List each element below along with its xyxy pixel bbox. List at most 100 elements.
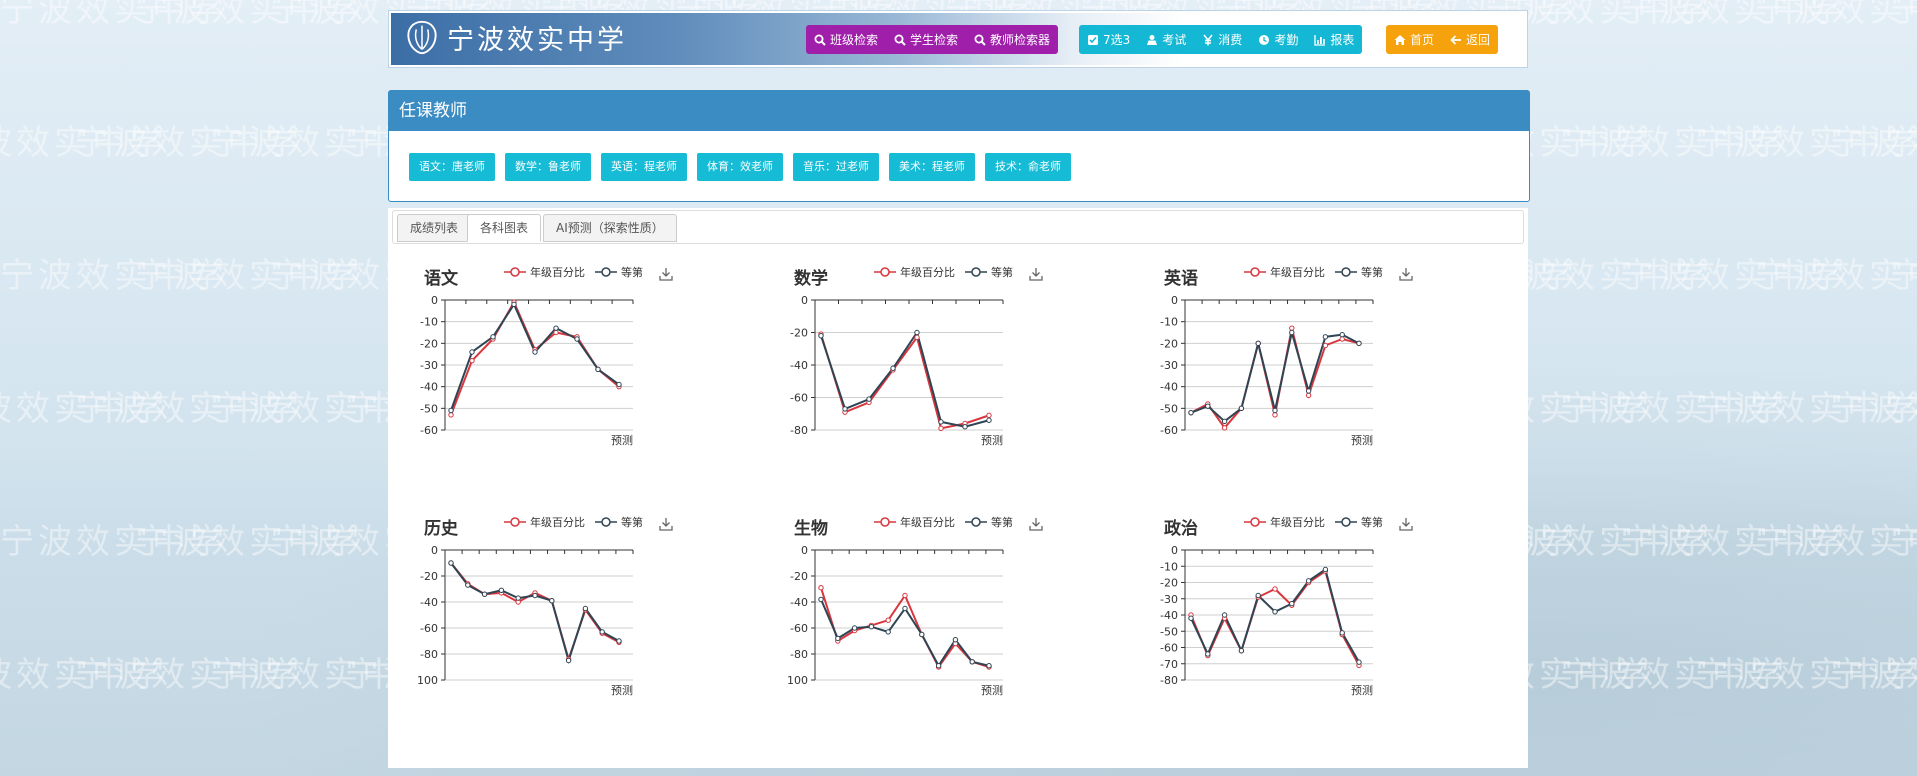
data-point[interactable]	[599, 629, 605, 635]
teacher-tag-list: 语文：唐老师 数学：鲁老师 英语：程老师 体育：效老师 音乐：过老师 美术：程老师 技术：俞…	[409, 153, 1071, 181]
nav-button-首页[interactable]: 首页	[1386, 25, 1442, 54]
tab-成绩列表[interactable]: 成绩列表	[397, 214, 472, 242]
data-point[interactable]	[1205, 651, 1211, 657]
data-point[interactable]	[498, 587, 505, 594]
nav-button-报表[interactable]: 报表	[1306, 25, 1362, 54]
data-point[interactable]	[969, 659, 975, 665]
data-point[interactable]	[938, 419, 944, 425]
nav-button-返回[interactable]: 返回	[1442, 25, 1498, 54]
data-point[interactable]	[986, 663, 992, 669]
data-point[interactable]	[1356, 659, 1362, 665]
data-point[interactable]	[1272, 412, 1278, 418]
data-point[interactable]	[986, 417, 992, 423]
data-point[interactable]	[866, 396, 872, 402]
data-point[interactable]	[565, 657, 572, 664]
nav-button-7选3[interactable]: 7选3	[1079, 25, 1138, 54]
data-point[interactable]	[1188, 409, 1194, 416]
data-point[interactable]	[1289, 325, 1295, 331]
data-point[interactable]	[574, 336, 580, 342]
data-point[interactable]	[818, 585, 824, 591]
teacher-tag[interactable]: 英语：程老师	[601, 153, 687, 181]
nav-button-班级检索[interactable]: 班级检索	[806, 25, 886, 54]
teacher-tag[interactable]: 美术：程老师	[889, 153, 975, 181]
nav-button-教师检索器[interactable]: 教师检索器	[966, 25, 1058, 54]
data-point[interactable]	[1305, 578, 1312, 584]
data-point[interactable]	[1339, 630, 1345, 636]
data-point[interactable]	[851, 625, 858, 631]
data-point[interactable]	[1305, 392, 1312, 399]
data-point[interactable]	[1339, 331, 1345, 338]
nav-button-消费[interactable]: 消费	[1194, 25, 1250, 54]
data-point[interactable]	[448, 560, 454, 566]
data-point[interactable]	[1238, 648, 1245, 654]
data-point[interactable]	[1238, 405, 1245, 412]
data-point[interactable]	[868, 624, 875, 630]
y-tick-label: -20	[1160, 577, 1178, 590]
data-point[interactable]	[835, 635, 841, 642]
data-point[interactable]	[465, 582, 471, 588]
data-point[interactable]	[1322, 334, 1329, 340]
data-point[interactable]	[818, 596, 824, 603]
teacher-tag[interactable]: 语文：唐老师	[409, 153, 495, 181]
data-point[interactable]	[1339, 336, 1345, 342]
nav-button-考勤[interactable]: 考勤	[1250, 25, 1306, 54]
school-logo[interactable]: 宁波效实中学	[403, 17, 627, 57]
data-point[interactable]	[842, 406, 848, 412]
nav-button-学生检索[interactable]: 学生检索	[886, 25, 966, 54]
data-point[interactable]	[1272, 586, 1278, 592]
teacher-tag[interactable]: 体育：效老师	[697, 153, 783, 181]
data-point[interactable]	[818, 333, 824, 339]
teacher-tag[interactable]: 音乐：过老师	[793, 153, 879, 181]
data-point[interactable]	[890, 365, 896, 371]
data-point[interactable]	[1188, 615, 1194, 621]
data-point[interactable]	[1205, 403, 1211, 409]
data-point[interactable]	[902, 592, 908, 599]
data-point[interactable]	[549, 598, 555, 604]
data-point[interactable]	[1322, 342, 1329, 349]
data-point[interactable]	[532, 592, 538, 599]
data-point[interactable]	[1255, 592, 1261, 599]
data-point[interactable]	[885, 629, 891, 635]
data-point[interactable]	[511, 301, 517, 308]
data-point[interactable]	[448, 412, 454, 418]
data-point[interactable]	[532, 349, 538, 355]
data-point[interactable]	[1221, 418, 1228, 425]
data-point[interactable]	[986, 412, 992, 419]
data-point[interactable]	[935, 663, 942, 669]
data-point[interactable]	[952, 637, 959, 643]
data-point[interactable]	[469, 357, 475, 364]
data-point[interactable]	[595, 366, 601, 373]
data-point[interactable]	[1305, 388, 1312, 394]
data-point[interactable]	[885, 617, 891, 623]
data-point[interactable]	[553, 325, 559, 331]
data-point[interactable]	[1322, 566, 1329, 573]
data-point[interactable]	[919, 631, 925, 638]
tab-AI预测（探索性质）[interactable]: AI预测（探索性质）	[543, 214, 677, 242]
data-point[interactable]	[938, 425, 944, 432]
data-point[interactable]	[1272, 407, 1278, 414]
teacher-tag[interactable]: 技术：俞老师	[985, 153, 1071, 181]
data-point[interactable]	[1221, 425, 1228, 431]
data-point[interactable]	[914, 334, 920, 341]
data-point[interactable]	[582, 605, 589, 612]
data-point[interactable]	[1289, 329, 1295, 336]
teacher-tag[interactable]: 数学：鲁老师	[505, 153, 591, 181]
data-point[interactable]	[490, 334, 496, 340]
data-point[interactable]	[616, 638, 622, 644]
data-point[interactable]	[515, 595, 521, 601]
data-point[interactable]	[902, 605, 908, 612]
data-point[interactable]	[1221, 612, 1228, 618]
data-point[interactable]	[553, 329, 559, 336]
tab-各科图表[interactable]: 各科图表	[467, 214, 542, 242]
data-point[interactable]	[448, 407, 454, 414]
data-point[interactable]	[616, 381, 622, 388]
data-point[interactable]	[481, 591, 488, 597]
data-point[interactable]	[469, 349, 475, 355]
data-point[interactable]	[962, 424, 968, 430]
data-point[interactable]	[1356, 340, 1362, 347]
data-point[interactable]	[914, 329, 920, 336]
data-point[interactable]	[1272, 609, 1278, 615]
nav-button-考试[interactable]: 考试	[1138, 25, 1194, 54]
data-point[interactable]	[1289, 600, 1295, 607]
data-point[interactable]	[1255, 340, 1261, 347]
